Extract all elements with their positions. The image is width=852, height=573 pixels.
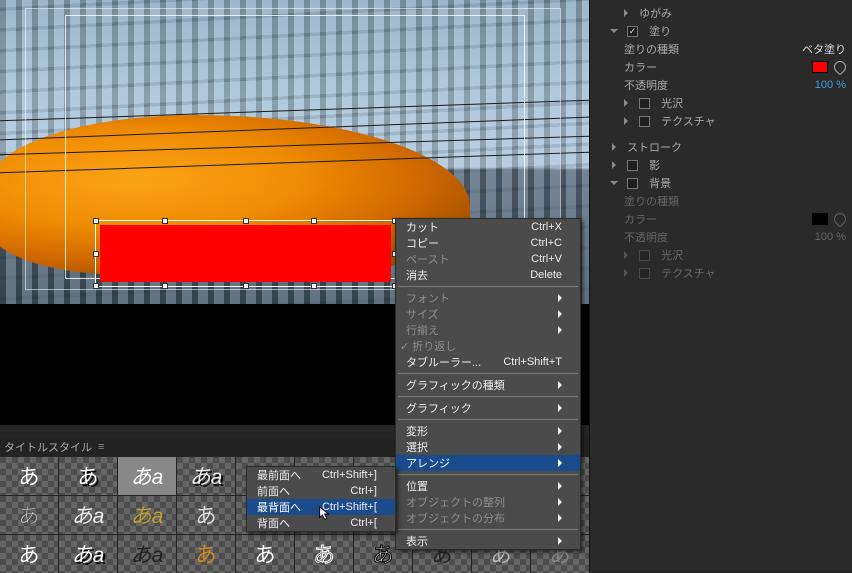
menu-copy[interactable]: コピーCtrl+C [396,235,580,251]
properties-panel: ゆがみ ✓ 塗り 塗りの種類 ベタ塗り カラー 不透明度 100 % 光沢 テクスチ… [589,0,852,571]
texture-checkbox[interactable] [639,116,650,127]
style-swatch[interactable]: あ [0,496,58,534]
fill-opacity-label: 不透明度 [624,77,668,93]
resize-handle[interactable] [93,283,99,289]
style-swatch[interactable]: あa [118,457,176,495]
menu-align-objects: オブジェクトの整列 [396,494,580,510]
style-swatch[interactable]: あa [59,496,117,534]
disclosure-icon[interactable] [624,117,628,125]
menu-send-to-back[interactable]: 最背面へCtrl+Shift+[ [247,499,395,515]
gloss-checkbox[interactable] [639,98,650,109]
bg-checkbox[interactable] [627,178,638,189]
style-swatch[interactable]: あ [0,535,58,573]
fill-gloss-label: 光沢 [661,95,683,111]
selection-box[interactable] [95,220,396,287]
stroke-label: ストローク [627,139,682,155]
menu-font: フォント [396,290,580,306]
disclosure-icon[interactable] [610,29,618,33]
fill-color-swatch[interactable] [812,61,828,73]
disclosure-icon[interactable] [612,161,616,169]
style-swatch[interactable]: あ [0,457,58,495]
bg-gloss-label: 光沢 [661,247,683,263]
fill-checkbox[interactable]: ✓ [627,26,638,37]
resize-handle[interactable] [243,218,249,224]
style-swatch[interactable]: あa [118,535,176,573]
bg-color-label: カラー [624,211,657,227]
menu-clear[interactable]: 消去Delete [396,267,580,283]
style-swatch[interactable]: あ [177,496,235,534]
disclosure-icon[interactable] [612,143,616,151]
menu-paste: ペーストCtrl+V [396,251,580,267]
style-swatch[interactable]: あ [59,457,117,495]
fill-label: 塗り [649,23,671,39]
fill-opacity-value[interactable]: 100 % [815,79,846,91]
resize-handle[interactable] [162,218,168,224]
menu-graphic-type[interactable]: グラフィックの種類 [396,377,580,393]
menu-send-backward[interactable]: 背面へCtrl+[ [247,515,395,531]
menu-bring-forward[interactable]: 前面へCtrl+] [247,483,395,499]
menu-tab-ruler[interactable]: タブルーラー...Ctrl+Shift+T [396,354,580,370]
resize-handle[interactable] [243,283,249,289]
shadow-label: 影 [649,157,660,173]
menu-select[interactable]: 選択 [396,439,580,455]
fill-color-label: カラー [624,59,657,75]
disclosure-icon[interactable] [624,99,628,107]
eyedropper-icon[interactable] [834,61,846,73]
arrange-submenu: 最前面へCtrl+Shift+] 前面へCtrl+] 最背面へCtrl+Shif… [246,466,396,532]
fill-texture-label: テクスチャ [661,113,716,129]
menu-graphic[interactable]: グラフィック [396,400,580,416]
disclosure-icon [624,269,628,277]
menu-distribute-objects: オブジェクトの分布 [396,510,580,526]
style-swatch[interactable]: あ [236,535,294,573]
menu-bring-to-front[interactable]: 最前面へCtrl+Shift+] [247,467,395,483]
fill-type-label: 塗りの種類 [624,41,679,57]
menu-position[interactable]: 位置 [396,478,580,494]
resize-handle[interactable] [311,283,317,289]
menu-view[interactable]: 表示 [396,533,580,549]
bg-opacity-value: 100 % [815,231,846,243]
eyedropper-icon [834,213,846,225]
disclosure-icon[interactable] [610,181,618,185]
context-menu: カットCtrl+X コピーCtrl+C ペーストCtrl+V 消去Delete … [395,218,581,550]
resize-handle[interactable] [93,218,99,224]
resize-handle[interactable] [162,283,168,289]
bg-type-label: 塗りの種類 [624,193,679,209]
title-styles-header: タイトルスタイル [4,439,92,455]
bg-gloss-checkbox [639,250,650,261]
bg-color-swatch [812,213,828,225]
menu-wrap: ✓ 折り返し [396,338,580,354]
disclosure-icon[interactable] [624,9,628,17]
bg-texture-checkbox [639,268,650,279]
bg-texture-label: テクスチャ [661,265,716,281]
style-swatch[interactable]: あ [177,535,235,573]
shadow-checkbox[interactable] [627,160,638,171]
disclosure-icon [624,251,628,259]
distort-label: ゆがみ [639,5,672,21]
menu-size: サイズ [396,306,580,322]
panel-menu-icon[interactable]: ≡ [98,441,104,453]
menu-align: 行揃え [396,322,580,338]
style-swatch[interactable]: あa [177,457,235,495]
resize-handle[interactable] [93,251,99,257]
style-swatch[interactable]: あa [118,496,176,534]
fill-type-value[interactable]: ベタ塗り [802,41,846,57]
menu-arrange[interactable]: アレンジ [396,455,580,471]
menu-cut[interactable]: カットCtrl+X [396,219,580,235]
bg-opacity-label: 不透明度 [624,229,668,245]
bg-label: 背景 [649,175,671,191]
resize-handle[interactable] [311,218,317,224]
style-swatch[interactable]: あ [295,535,353,573]
menu-transform[interactable]: 変形 [396,423,580,439]
style-swatch[interactable]: あa [59,535,117,573]
